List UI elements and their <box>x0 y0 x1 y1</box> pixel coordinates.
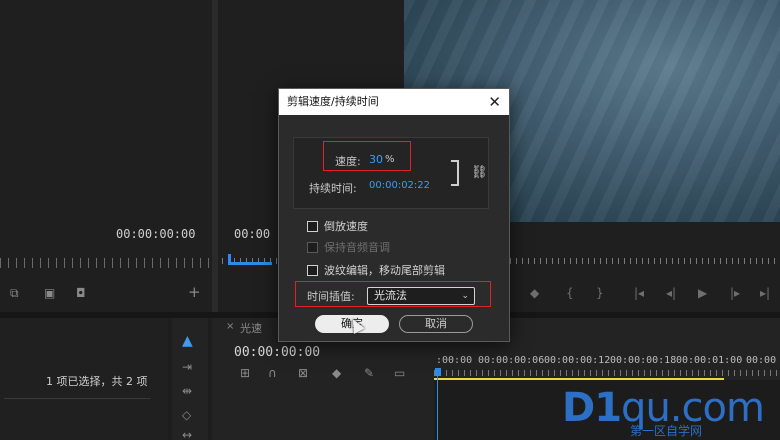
duration-label: 持续时间: <box>309 182 357 195</box>
checkbox-box[interactable] <box>307 220 318 232</box>
ripple-edit-label: 波纹编辑，移动尾部剪辑 <box>324 264 445 277</box>
seq-ruler-label: 00:00 <box>746 355 777 366</box>
sequence-timecode[interactable]: 00:00:00:00 <box>234 345 320 360</box>
seq-ruler-label: 00:00:00:12 <box>544 355 611 366</box>
maintain-pitch-label: 保持音频音调 <box>324 241 390 254</box>
sequence-playhead-head[interactable] <box>435 368 441 376</box>
reverse-speed-label: 倒放速度 <box>324 220 368 233</box>
watermark-tagline: 第一区自学网 <box>630 424 703 438</box>
overwrite-clip-icon[interactable]: ▣ <box>44 286 55 300</box>
program-in-out-bar <box>228 262 272 265</box>
checkbox-box <box>307 241 318 253</box>
snap-icon[interactable]: ∩ <box>268 366 277 380</box>
sequence-playhead-line <box>437 376 438 440</box>
seq-ruler-label: 00:00:01:00 <box>676 355 743 366</box>
timeline-settings-icon[interactable]: ✎ <box>364 366 374 380</box>
play-icon[interactable]: ▶ <box>698 286 707 300</box>
speed-highlight-box <box>323 141 411 171</box>
ripple-edit-tool-icon[interactable]: ⇹ <box>182 384 192 398</box>
seq-ruler-label: 00:00:00:06 <box>478 355 545 366</box>
add-marker-icon[interactable]: ◆ <box>332 366 341 380</box>
dialog-title-bar[interactable]: 剪辑速度/持续时间 ✕ <box>279 89 509 115</box>
link-bracket <box>451 160 459 186</box>
track-select-tool-icon[interactable]: ⇥ <box>182 360 192 374</box>
source-timecode[interactable]: 00:00:00:00 <box>116 227 195 241</box>
close-icon[interactable]: ✕ <box>488 92 501 112</box>
razor-tool-icon[interactable]: ◇ <box>182 408 191 422</box>
seq-ruler-label: 00:00:00:18 <box>610 355 677 366</box>
step-forward-icon[interactable]: |▸ <box>730 286 740 300</box>
dialog-title: 剪辑速度/持续时间 <box>287 95 379 108</box>
checkbox-box[interactable] <box>307 264 318 276</box>
mark-in-icon[interactable]: { <box>566 286 574 300</box>
interpolation-highlight-box <box>295 281 491 307</box>
go-to-in-icon[interactable]: |◂ <box>634 286 644 300</box>
sequence-time-ruler[interactable] <box>434 370 780 376</box>
program-timecode[interactable]: 00:00 <box>234 227 270 241</box>
seq-ruler-label: :00:00 <box>436 355 473 366</box>
close-tab-icon[interactable]: × <box>226 320 234 334</box>
captions-icon[interactable]: ▭ <box>394 366 405 380</box>
export-frame-icon[interactable]: ◘ <box>76 286 86 300</box>
selection-tool-icon[interactable]: ▲ <box>182 334 193 348</box>
project-separator <box>4 398 150 399</box>
marker-icon[interactable]: ◆ <box>530 286 539 300</box>
duration-value[interactable]: 00:00:02:22 <box>369 180 430 191</box>
nest-toggle-icon[interactable]: ⊞ <box>240 366 250 380</box>
link-chain-icon[interactable]: ⛓ <box>471 165 488 180</box>
mark-out-icon[interactable]: } <box>596 286 604 300</box>
watermark-logo: D1qu.com 第一区自学网 <box>562 388 765 438</box>
clip-speed-duration-dialog: 剪辑速度/持续时间 ✕ 速度: 30 % 持续时间: 00:00:02:22 ⛓… <box>278 88 510 342</box>
sequence-tab-label[interactable]: 光速 <box>240 320 262 336</box>
maintain-pitch-checkbox: 保持音频音调 <box>307 239 390 255</box>
step-back-icon[interactable]: ◂| <box>666 286 676 300</box>
panel-divider-vertical[interactable] <box>212 0 218 312</box>
selection-status: 1 项已选择，共 2 项 <box>46 375 148 388</box>
linked-selection-icon[interactable]: ⊠ <box>298 366 308 380</box>
insert-clip-icon[interactable]: ⧉ <box>10 286 19 300</box>
source-time-ruler[interactable] <box>0 258 210 268</box>
slip-tool-icon[interactable]: ↔ <box>182 428 192 440</box>
ripple-edit-checkbox[interactable]: 波纹编辑，移动尾部剪辑 <box>307 262 445 278</box>
cancel-button[interactable]: 取消 <box>399 315 473 333</box>
reverse-speed-checkbox[interactable]: 倒放速度 <box>307 218 368 234</box>
go-to-out-icon[interactable]: ▸| <box>760 286 770 300</box>
add-button-icon[interactable]: + <box>188 285 201 300</box>
